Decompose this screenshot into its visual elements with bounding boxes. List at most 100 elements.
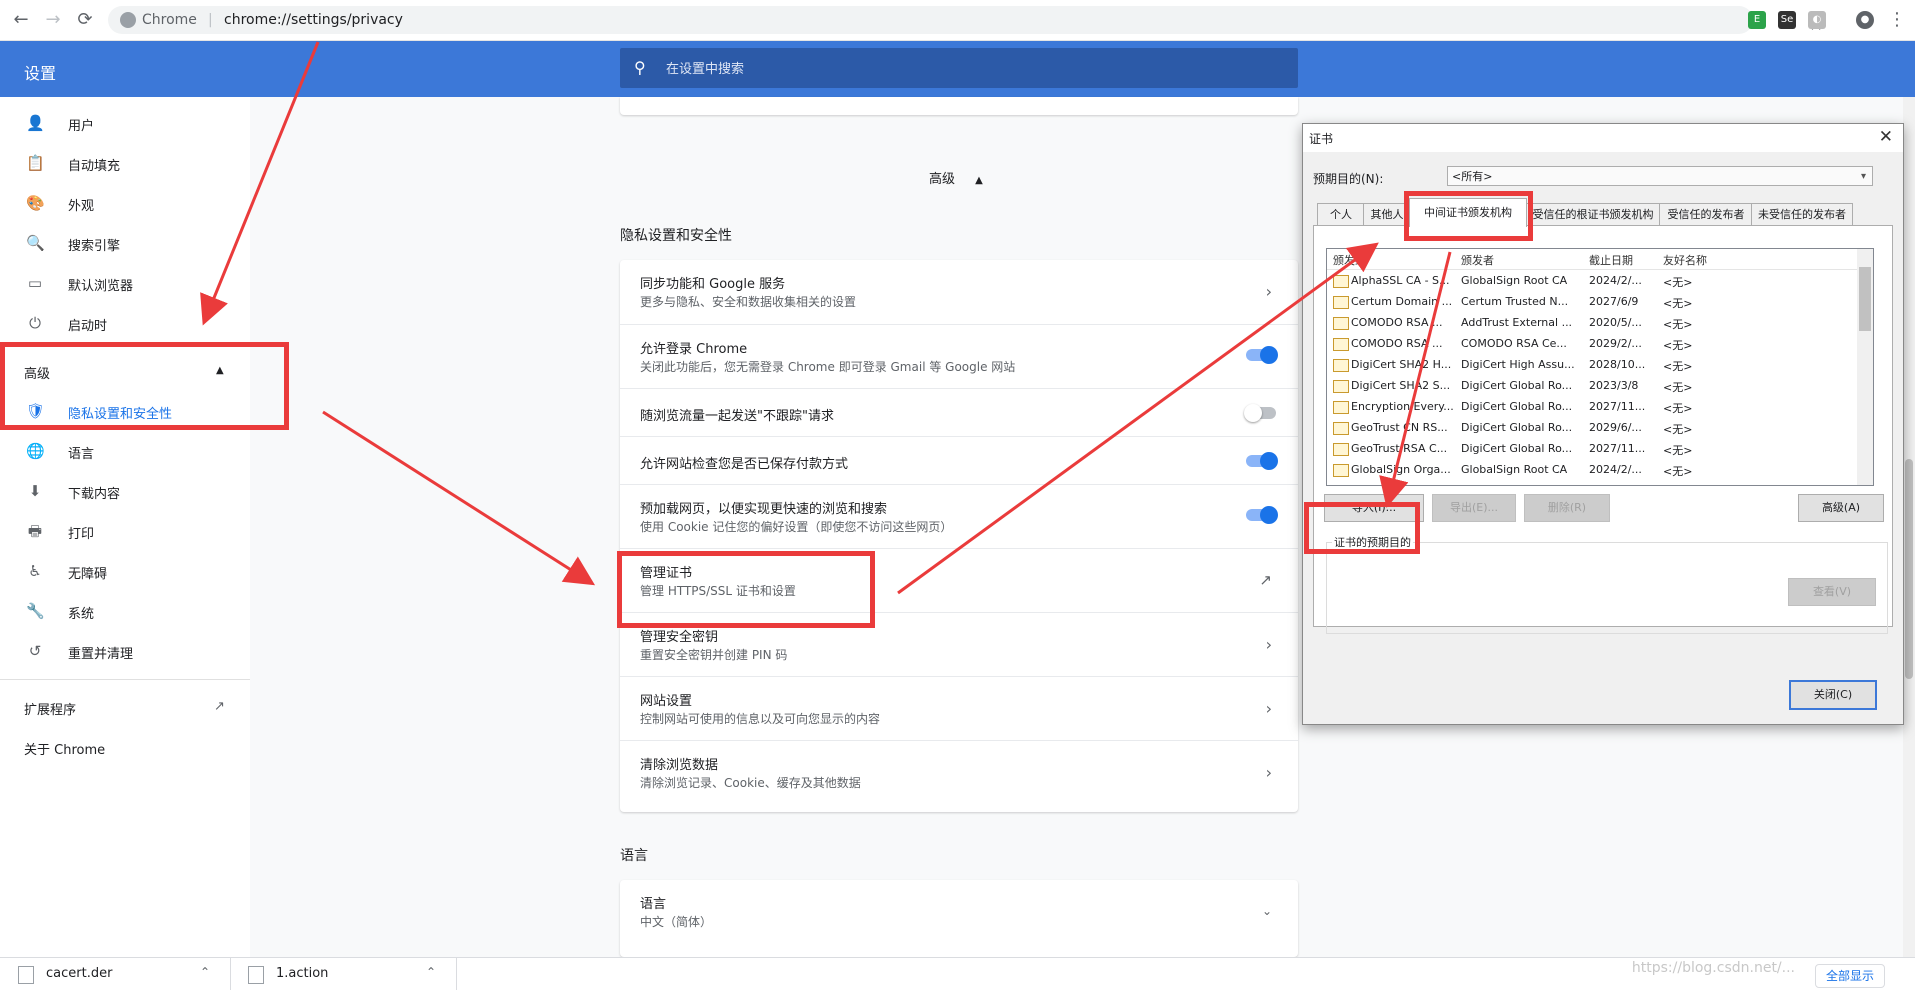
advanced-toggle[interactable]: 高级 ▲ bbox=[929, 168, 983, 187]
back-icon[interactable]: ← bbox=[10, 9, 32, 31]
toggle-knob bbox=[1260, 452, 1278, 470]
certificate-icon bbox=[1333, 401, 1349, 414]
toggle-switch[interactable] bbox=[1246, 346, 1278, 364]
tab-trusted-publishers[interactable]: 受信任的发布者 bbox=[1659, 203, 1753, 226]
tab-untrusted-publishers[interactable]: 未受信任的发布者 bbox=[1751, 203, 1853, 226]
row-language[interactable]: 语言 中文（简体） ⌄ bbox=[620, 880, 1298, 944]
toggle-switch[interactable] bbox=[1246, 452, 1278, 470]
chevron-right-icon: › bbox=[1265, 699, 1272, 718]
chrome-site-icon bbox=[120, 12, 136, 28]
view-button[interactable]: 查看(V) bbox=[1788, 578, 1876, 606]
sidebar-item-printing[interactable]: 🖶 打印 bbox=[0, 511, 250, 551]
advanced-button[interactable]: 高级(A) bbox=[1798, 494, 1884, 522]
settings-search[interactable]: ⚲ bbox=[620, 48, 1298, 90]
sidebar-item-appearance[interactable]: 🎨 外观 bbox=[0, 183, 250, 223]
reload-icon[interactable]: ⟳ bbox=[74, 9, 96, 31]
table-cell: <无> bbox=[1663, 423, 1693, 436]
table-cell: GeoTrust CN RS... bbox=[1351, 421, 1448, 434]
show-all-button[interactable]: 全部显示 bbox=[1814, 964, 1885, 988]
scrollbar-thumb[interactable] bbox=[1905, 459, 1913, 679]
table-row[interactable]: DigiCert SHA2 S... DigiCert Global Ro... 2… bbox=[1327, 376, 1857, 397]
table-row[interactable]: DigiCert SHA2 H... DigiCert High Assu... 2… bbox=[1327, 355, 1857, 376]
table-row[interactable]: GeoTrust CN RS... DigiCert Global Ro... 20… bbox=[1327, 418, 1857, 439]
row-sync[interactable]: 同步功能和 Google 服务 更多与隐私、安全和数据收集相关的设置 › bbox=[620, 260, 1298, 324]
table-cell: 2027/6/9 bbox=[1589, 295, 1639, 308]
search-input[interactable] bbox=[664, 48, 1268, 90]
table-cell: 2027/11... bbox=[1589, 400, 1646, 413]
download-item[interactable]: cacert.der ⌃ bbox=[0, 958, 231, 990]
chrome-menu-icon[interactable]: ⋮ bbox=[1886, 9, 1908, 31]
open-in-new-icon: ↗ bbox=[1259, 571, 1272, 589]
page-scrollbar[interactable] bbox=[1903, 97, 1915, 957]
column-header-issued-to[interactable]: 颁发给 bbox=[1333, 252, 1366, 268]
table-cell: 2028/10... bbox=[1589, 358, 1646, 371]
table-cell: Encryption Every... bbox=[1351, 400, 1454, 413]
certificate-list[interactable]: 颁发给 颁发者 截止日期 友好名称 AlphaSSL CA - S... Glob… bbox=[1326, 248, 1874, 486]
toggle-knob bbox=[1244, 404, 1262, 422]
sidebar-item-reset[interactable]: ↺ 重置并清理 bbox=[0, 631, 250, 671]
table-row[interactable]: GeoTrust RSA C... DigiCert Global Ro... 20… bbox=[1327, 439, 1857, 460]
chevron-right-icon: › bbox=[1265, 635, 1272, 654]
selenium-extension-icon[interactable]: Se bbox=[1778, 11, 1796, 29]
sidebar-item-people[interactable]: 👤 用户 bbox=[0, 103, 250, 143]
tab-trusted-root-ca[interactable]: 受信任的根证书颁发机构 bbox=[1525, 203, 1661, 226]
certificate-icon bbox=[1333, 338, 1349, 351]
sidebar-item-system[interactable]: 🔧 系统 bbox=[0, 591, 250, 631]
sidebar-item-languages[interactable]: 🌐 语言 bbox=[0, 431, 250, 471]
row-do-not-track[interactable]: 随浏览流量一起发送"不跟踪"请求 bbox=[620, 388, 1298, 437]
list-scrollbar[interactable] bbox=[1857, 249, 1873, 485]
chevron-up-icon[interactable]: ⌃ bbox=[200, 965, 210, 979]
table-cell: AddTrust External ... bbox=[1461, 316, 1573, 329]
sidebar-item-default-browser[interactable]: ▭ 默认浏览器 bbox=[0, 263, 250, 303]
table-row[interactable]: GlobalSign Orga... GlobalSign Root CA 2024… bbox=[1327, 460, 1857, 481]
export-button[interactable]: 导出(E)... bbox=[1432, 494, 1516, 522]
address-bar[interactable]: Chrome | chrome://settings/privacy ☆ bbox=[108, 6, 1824, 35]
sidebar-item-autofill[interactable]: 📋 自动填充 bbox=[0, 143, 250, 183]
purpose-dropdown[interactable]: <所有> ▾ bbox=[1447, 166, 1873, 186]
row-clear-browsing-data[interactable]: 清除浏览数据 清除浏览记录、Cookie、缓存及其他数据 › bbox=[620, 740, 1298, 805]
tab-personal[interactable]: 个人 bbox=[1317, 203, 1365, 226]
table-row[interactable]: Encryption Every... DigiCert Global Ro...… bbox=[1327, 397, 1857, 418]
download-item[interactable]: 1.action ⌃ bbox=[230, 958, 457, 990]
sidebar-item-downloads[interactable]: ⬇ 下载内容 bbox=[0, 471, 250, 511]
close-button[interactable]: 关闭(C) bbox=[1789, 680, 1877, 710]
forward-icon[interactable]: → bbox=[42, 9, 64, 31]
table-row[interactable]: AlphaSSL CA - S... GlobalSign Root CA 2024… bbox=[1327, 271, 1857, 292]
table-row[interactable]: Certum Domain ... Certum Trusted N... 2027… bbox=[1327, 292, 1857, 313]
sidebar-item-extensions[interactable]: 扩展程序 ↗ bbox=[0, 687, 250, 727]
evernote-extension-icon[interactable]: E bbox=[1748, 11, 1766, 29]
scrollbar-thumb[interactable] bbox=[1859, 267, 1871, 331]
language-section-title: 语言 bbox=[620, 848, 648, 864]
table-cell: <无> bbox=[1663, 465, 1693, 478]
chevron-up-icon[interactable]: ⌃ bbox=[426, 965, 436, 979]
file-icon bbox=[18, 966, 34, 984]
row-site-settings[interactable]: 网站设置 控制网站可使用的信息以及可向您显示的内容 › bbox=[620, 676, 1298, 741]
certificates-dialog: 证书 ✕ 预期目的(N): <所有> ▾ 个人 其他人 中间证书颁发机构 受信任… bbox=[1302, 123, 1904, 725]
close-icon[interactable]: ✕ bbox=[1879, 127, 1893, 147]
remove-button[interactable]: 删除(R) bbox=[1524, 494, 1610, 522]
settings-header: 设置 ⚲ bbox=[0, 41, 1915, 97]
row-allow-chrome-signin[interactable]: 允许登录 Chrome 关闭此功能后，您无需登录 Chrome 即可登录 Gma… bbox=[620, 324, 1298, 389]
url-text[interactable]: chrome://settings/privacy bbox=[224, 12, 403, 28]
toggle-switch[interactable] bbox=[1246, 506, 1278, 524]
profile-avatar-icon[interactable]: ● bbox=[1856, 11, 1874, 29]
toggle-knob bbox=[1260, 506, 1278, 524]
sidebar-item-about[interactable]: 关于 Chrome bbox=[0, 727, 250, 767]
row-preload-pages[interactable]: 预加载网页，以便实现更快速的浏览和搜索 使用 Cookie 记住您的偏好设置（即… bbox=[620, 484, 1298, 549]
sidebar-item-label: 用户 bbox=[68, 119, 95, 134]
dialog-titlebar: 证书 ✕ bbox=[1303, 124, 1903, 152]
column-header-expiration[interactable]: 截止日期 bbox=[1589, 252, 1633, 268]
extension-icon[interactable]: ◐ bbox=[1808, 11, 1826, 29]
tab-intermediate-ca[interactable]: 中间证书颁发机构 bbox=[1409, 198, 1527, 227]
sidebar-item-search-engine[interactable]: 🔍 搜索引擎 bbox=[0, 223, 250, 263]
sidebar-item-on-startup[interactable]: ⏻ 启动时 bbox=[0, 303, 250, 343]
printer-icon: 🖶 bbox=[27, 522, 43, 540]
row-subtitle: 中文（简体） bbox=[640, 915, 713, 929]
table-row[interactable]: COMODO RSA ... AddTrust External ... 2020/… bbox=[1327, 313, 1857, 334]
column-header-friendly-name[interactable]: 友好名称 bbox=[1663, 252, 1707, 268]
table-row[interactable]: COMODO RSA ... COMODO RSA Ce... 2029/2/...… bbox=[1327, 334, 1857, 355]
toggle-switch[interactable] bbox=[1244, 404, 1276, 422]
row-payment-methods[interactable]: 允许网站检查您是否已保存付款方式 bbox=[620, 436, 1298, 485]
column-header-issued-by[interactable]: 颁发者 bbox=[1461, 252, 1494, 268]
sidebar-item-accessibility[interactable]: ♿ 无障碍 bbox=[0, 551, 250, 591]
